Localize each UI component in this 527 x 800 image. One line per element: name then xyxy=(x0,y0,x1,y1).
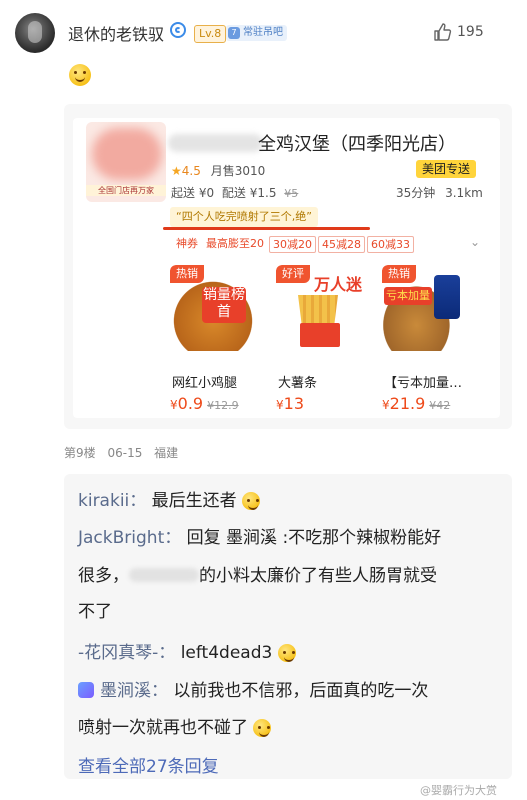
delivery-time: 35分钟 xyxy=(396,186,436,200)
smile-emoji-icon xyxy=(69,64,91,86)
redacted-shop-prefix xyxy=(168,134,263,152)
laugh-cry-emoji-icon xyxy=(277,644,296,662)
product-price: ¥0.9 ¥12.9 xyxy=(170,394,239,413)
reply-author[interactable]: JackBright xyxy=(78,528,164,548)
time-distance: 35分钟 3.1km xyxy=(396,184,483,201)
reply-2-line3: 不了 xyxy=(78,602,112,622)
post-meta: 第9楼 06-15 福建 xyxy=(64,444,178,461)
shop-name: 全鸡汉堡（四季阳光店） xyxy=(258,134,456,155)
username[interactable]: 退休的老铁驭 xyxy=(68,21,164,45)
reply-text: 回复 墨涧溪 :不吃那个辣椒粉能好 xyxy=(186,528,442,548)
reply-text: 以前我也不信邪，后面真的吃一次 xyxy=(173,681,429,701)
reply-2[interactable]: JackBright： 回复 墨涧溪 :不吃那个辣椒粉能好 xyxy=(78,523,441,548)
promo-tags: 神券 最高膨至20 30减20 45减28 60减33 xyxy=(173,236,414,253)
reply-4[interactable]: 墨涧溪： 以前我也不信邪，后面真的吃一次 xyxy=(78,676,428,701)
product-name: 网红小鸡腿 xyxy=(172,376,238,391)
product-tag: 热销 xyxy=(170,265,204,283)
member-badge: 7 常驻吊吧 xyxy=(226,25,287,41)
view-all-replies-link[interactable]: 查看全部27条回复 xyxy=(78,752,219,777)
red-underline-annotation xyxy=(163,227,370,230)
post-date: 06-15 xyxy=(107,446,143,460)
reply-3[interactable]: -花冈真琴-： left4dead3 xyxy=(78,638,296,663)
product-overlay-text: 销量榜首 xyxy=(202,287,246,323)
delivery-fee-old: ¥5 xyxy=(284,187,299,200)
watermark: @婴霸行为大赏 xyxy=(420,784,497,797)
badge-text: 常驻吊吧 xyxy=(243,27,283,38)
product-name: 大薯条 xyxy=(278,376,318,391)
product-name: 【亏本加量… xyxy=(384,376,463,391)
discount-tag: 30减20 xyxy=(269,236,316,253)
grin-emoji-icon xyxy=(242,492,261,510)
delivery-info: 起送 ¥0 配送 ¥1.5 ¥5 xyxy=(171,184,298,201)
reply-4-line2: 喷射一次就再也不碰了 xyxy=(78,713,272,738)
delivery-fee: 配送 ¥1.5 xyxy=(221,186,277,200)
star-icon: ★ xyxy=(171,164,182,178)
product-tag: 热销 xyxy=(382,265,416,283)
shop-rating-row: ★4.5 月售3010 xyxy=(171,162,265,179)
reply-text: 最后生还者 xyxy=(151,491,237,511)
reply-author[interactable]: -花冈真琴- xyxy=(78,643,158,663)
chevron-down-icon[interactable]: ⌄ xyxy=(470,235,480,249)
user-avatar[interactable] xyxy=(15,13,55,53)
shop-rating: 4.5 xyxy=(181,164,201,178)
product-overlay-text: 万人迷 xyxy=(314,275,362,294)
logo-caption: 全国门店再万家 xyxy=(86,185,166,196)
product-price: ¥21.9 ¥42 xyxy=(382,394,451,413)
redacted-text xyxy=(129,568,199,582)
discount-tag: 45减28 xyxy=(318,236,365,253)
coupon-tag: 神券 xyxy=(176,237,198,250)
min-order: 起送 ¥0 xyxy=(171,186,215,200)
smirk-emoji-icon xyxy=(253,719,272,737)
delivery-service-badge: 美团专送 xyxy=(416,160,477,178)
reply-2-line2: 很多， 的小料太廉价了有些人肠胃就受 xyxy=(78,566,437,586)
boost-tag: 最高膨至20 xyxy=(206,237,264,250)
like-count: 195 xyxy=(457,24,484,40)
product-image-1[interactable]: 热销 销量榜首 xyxy=(170,265,256,351)
product-tag: 好评 xyxy=(276,265,310,283)
product-image-3[interactable]: 热销 亏本加量 xyxy=(382,265,468,351)
reply-author[interactable]: 墨涧溪 xyxy=(100,681,151,701)
level-badge: Lv.8 xyxy=(194,25,227,43)
reply-author[interactable]: kirakii xyxy=(78,491,129,511)
floor-number: 第9楼 xyxy=(64,446,96,460)
review-quote: “四个人吃完喷射了三个,绝” xyxy=(170,207,318,227)
vip-badge-icon xyxy=(78,682,94,698)
discount-tag: 60减33 xyxy=(367,236,414,253)
thumbs-up-icon xyxy=(434,23,452,41)
product-overlay-text: 亏本加量 xyxy=(384,287,432,305)
badge-number: 7 xyxy=(228,27,240,39)
monthly-sales: 月售3010 xyxy=(210,164,266,178)
distance: 3.1km xyxy=(445,186,483,200)
verified-swirl-icon xyxy=(170,22,186,38)
like-button[interactable]: 195 xyxy=(432,22,484,42)
product-price: ¥13 xyxy=(276,394,304,413)
reply-text: left4dead3 xyxy=(180,643,273,663)
post-location: 福建 xyxy=(154,446,179,460)
reply-1[interactable]: kirakii： 最后生还者 xyxy=(78,486,261,511)
product-image-2[interactable]: 好评 万人迷 xyxy=(276,265,362,351)
shop-logo: 全国门店再万家 xyxy=(86,122,166,202)
